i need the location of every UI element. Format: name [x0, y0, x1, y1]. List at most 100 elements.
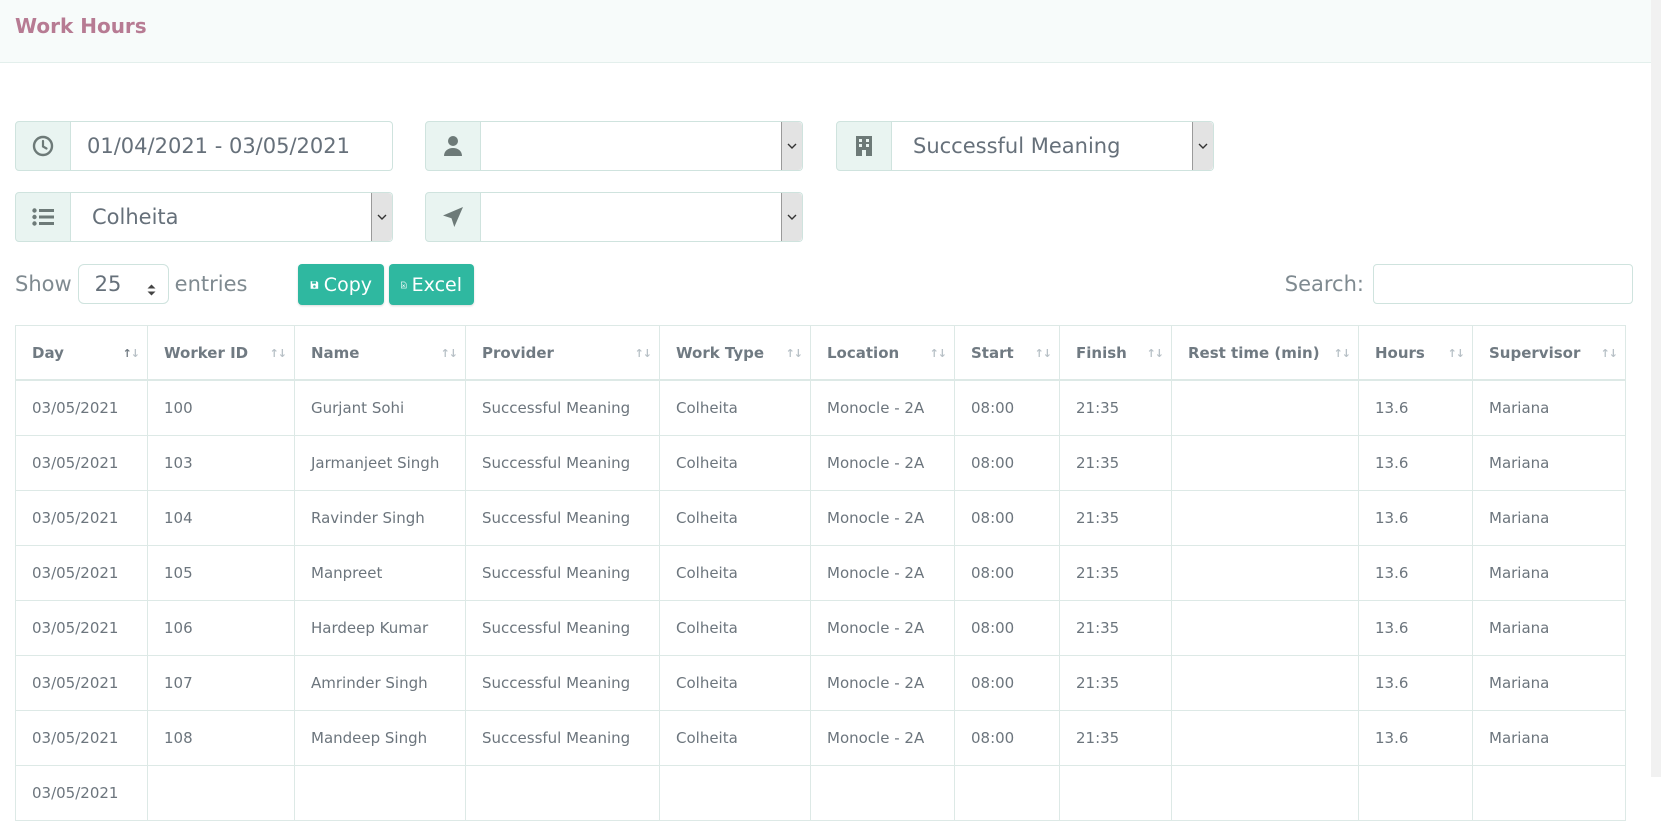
cell-name: Ravinder Singh — [294, 490, 466, 546]
work-type-group: Colheita — [15, 192, 393, 242]
sort-icon: ↑↓ — [1333, 347, 1351, 360]
cell-start: 08:00 — [954, 710, 1060, 766]
entries-length-control: Show 25 entries — [15, 264, 247, 304]
cell-day: 03/05/2021 — [15, 710, 148, 766]
table-row: 03/05/2021 100 Gurjant Sohi Successful M… — [15, 379, 1626, 436]
cell-finish: 21:35 — [1059, 655, 1172, 711]
cell-finish: 21:35 — [1059, 710, 1172, 766]
user-icon — [425, 121, 481, 171]
cell-finish: 21:35 — [1059, 379, 1172, 436]
column-header-finish[interactable]: Finish ↑↓ — [1059, 325, 1172, 381]
cell-name: Mandeep Singh — [294, 710, 466, 766]
cell-finish: 21:35 — [1059, 435, 1172, 491]
page-title: Work Hours — [15, 14, 147, 38]
cell-start: 08:00 — [954, 379, 1060, 436]
column-header-worker-id[interactable]: Worker ID ↑↓ — [147, 325, 295, 381]
cell-day: 03/05/2021 — [15, 655, 148, 711]
search-input[interactable] — [1373, 264, 1633, 304]
page-header: Work Hours — [0, 0, 1661, 63]
excel-button[interactable]: Excel — [389, 264, 474, 305]
location-select[interactable] — [481, 192, 803, 242]
worker-select[interactable] — [481, 121, 803, 171]
column-header-rest-time[interactable]: Rest time (min) ↑↓ — [1171, 325, 1359, 381]
cell-hours: 13.6 — [1358, 710, 1473, 766]
column-header-provider[interactable]: Provider ↑↓ — [465, 325, 660, 381]
cell-worker-id: 100 — [147, 379, 295, 436]
cell-day: 03/05/2021 — [15, 379, 148, 436]
cell-work-type: Colheita — [659, 655, 811, 711]
sort-icon: ↑↓ — [440, 347, 458, 360]
excel-button-label: Excel — [411, 273, 462, 296]
chevron-down-icon — [1192, 122, 1213, 170]
cell-work-type: Colheita — [659, 710, 811, 766]
cell-name: Manpreet — [294, 545, 466, 601]
cell-rest-time — [1171, 490, 1359, 546]
cell-day: 03/05/2021 — [15, 435, 148, 491]
cell-name — [294, 765, 466, 821]
cell-day: 03/05/2021 — [15, 490, 148, 546]
cell-hours: 13.6 — [1358, 379, 1473, 436]
cell-hours: 13.6 — [1358, 435, 1473, 491]
table-row: 03/05/2021 104 Ravinder Singh Successful… — [15, 490, 1626, 546]
cell-finish: 21:35 — [1059, 545, 1172, 601]
work-type-select[interactable]: Colheita — [71, 192, 393, 242]
cell-provider: Successful Meaning — [465, 655, 660, 711]
cell-provider: Successful Meaning — [465, 490, 660, 546]
column-header-location[interactable]: Location ↑↓ — [810, 325, 955, 381]
copy-button-label: Copy — [323, 273, 372, 296]
cell-rest-time — [1171, 765, 1359, 821]
cell-worker-id: 107 — [147, 655, 295, 711]
cell-provider: Successful Meaning — [465, 545, 660, 601]
search-label: Search: — [1284, 272, 1364, 296]
cell-supervisor: Mariana — [1472, 490, 1626, 546]
work-type-select-value: Colheita — [92, 205, 179, 229]
cell-name: Jarmanjeet Singh — [294, 435, 466, 491]
provider-select-value: Successful Meaning — [913, 134, 1121, 158]
sort-icon: ↑↓ — [1447, 347, 1465, 360]
cell-rest-time — [1171, 545, 1359, 601]
column-header-supervisor[interactable]: Supervisor ↑↓ — [1472, 325, 1626, 381]
cell-day: 03/05/2021 — [15, 600, 148, 656]
cell-location: Monocle - 2A — [810, 490, 955, 546]
copy-button[interactable]: Copy — [298, 264, 384, 305]
provider-group: Successful Meaning — [836, 121, 1214, 171]
cell-supervisor: Mariana — [1472, 710, 1626, 766]
cell-name: Hardeep Kumar — [294, 600, 466, 656]
column-header-start[interactable]: Start ↑↓ — [954, 325, 1060, 381]
entries-select[interactable]: 25 — [77, 264, 169, 304]
cell-rest-time — [1171, 655, 1359, 711]
location-arrow-icon — [425, 192, 481, 242]
cell-work-type: Colheita — [659, 379, 811, 436]
cell-day: 03/05/2021 — [15, 545, 148, 601]
cell-hours: 13.6 — [1358, 655, 1473, 711]
page-scrollbar[interactable] — [1651, 0, 1661, 777]
clock-icon — [15, 121, 71, 171]
sort-icon: ↑↓ — [1034, 347, 1052, 360]
cell-supervisor: Mariana — [1472, 600, 1626, 656]
date-range-input[interactable]: 01/04/2021 - 03/05/2021 — [71, 121, 393, 171]
column-header-name[interactable]: Name ↑↓ — [294, 325, 466, 381]
cell-supervisor: Mariana — [1472, 435, 1626, 491]
entries-label: entries — [174, 272, 248, 296]
building-icon — [836, 121, 892, 171]
cell-rest-time — [1171, 379, 1359, 436]
sort-icon: ↑↓ — [1146, 347, 1164, 360]
column-header-day[interactable]: Day ↑↓ — [15, 325, 148, 381]
provider-select[interactable]: Successful Meaning — [892, 121, 1214, 171]
sort-icon: ↑↓ — [1600, 347, 1618, 360]
table-row: 03/05/2021 105 Manpreet Successful Meani… — [15, 545, 1626, 601]
cell-worker-id: 104 — [147, 490, 295, 546]
cell-supervisor — [1472, 765, 1626, 821]
cell-hours: 13.6 — [1358, 600, 1473, 656]
column-header-work-type[interactable]: Work Type ↑↓ — [659, 325, 811, 381]
table-row: 03/05/2021 103 Jarmanjeet Singh Successf… — [15, 435, 1626, 491]
cell-location: Monocle - 2A — [810, 655, 955, 711]
cell-name: Gurjant Sohi — [294, 379, 466, 436]
cell-start — [954, 765, 1060, 821]
cell-location: Monocle - 2A — [810, 710, 955, 766]
column-header-hours[interactable]: Hours ↑↓ — [1358, 325, 1473, 381]
cell-work-type: Colheita — [659, 435, 811, 491]
cell-rest-time — [1171, 710, 1359, 766]
cell-start: 08:00 — [954, 655, 1060, 711]
chevron-down-icon — [781, 122, 802, 170]
